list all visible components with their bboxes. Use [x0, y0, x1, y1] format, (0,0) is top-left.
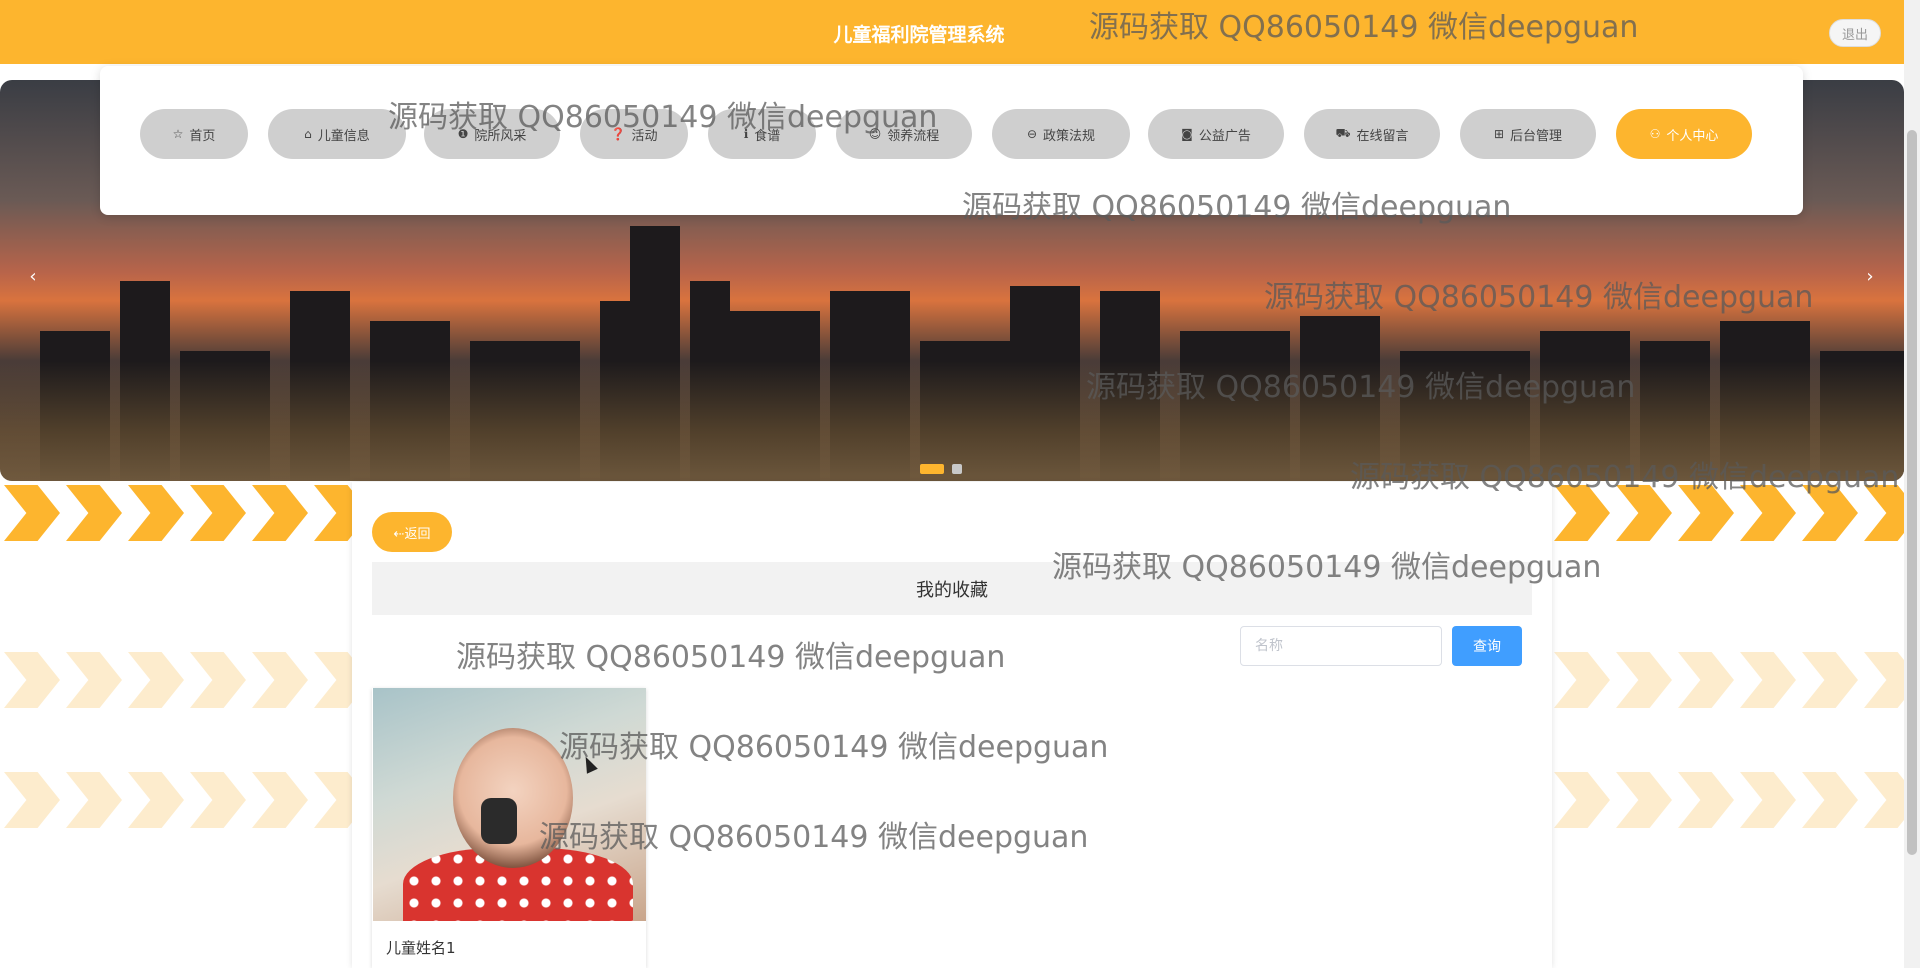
chevron-shape: [1802, 485, 1858, 541]
carousel-dot-active[interactable]: [920, 464, 944, 474]
chevron-shape: [1616, 652, 1672, 708]
chevron-shape: [190, 485, 246, 541]
favorite-card-image[interactable]: [373, 688, 646, 921]
nav-item-0[interactable]: ☆ 首页: [140, 109, 248, 159]
chevron-shape: [1740, 772, 1796, 828]
nav-item-9[interactable]: ⊞ 后台管理: [1460, 109, 1596, 159]
nav-item-label: 领养流程: [887, 128, 940, 144]
nav-item-2[interactable]: ❶ 院所风采: [424, 109, 560, 159]
chevron-shape: [1864, 772, 1904, 828]
carousel-dot[interactable]: [952, 464, 962, 474]
section-title: 我的收藏: [372, 562, 1532, 615]
nav-item-7[interactable]: ◙ 公益广告: [1148, 109, 1284, 159]
camera-icon: ◙: [1181, 127, 1193, 141]
nav-item-label: 政策法规: [1043, 128, 1096, 144]
nav-item-label: 个人中心: [1666, 128, 1719, 144]
chevron-shape: [1678, 485, 1734, 541]
nav-item-label: 公益广告: [1198, 128, 1251, 144]
chevron-shape: [1554, 772, 1610, 828]
chevron-shape: [128, 772, 184, 828]
search-input[interactable]: [1240, 626, 1442, 666]
carousel-prev-icon[interactable]: ‹: [21, 265, 45, 289]
chevron-shape: [1864, 485, 1904, 541]
star-icon: ☆: [172, 127, 184, 141]
logout-button[interactable]: 退出: [1829, 19, 1881, 47]
nav-item-10[interactable]: ⚇ 个人中心: [1616, 109, 1752, 159]
chevron-shape: [4, 652, 60, 708]
nav-item-1[interactable]: ⌂ 儿童信息: [268, 109, 406, 159]
chevron-shape: [1802, 652, 1858, 708]
chevron-shape: [252, 485, 308, 541]
search-button[interactable]: 查询: [1452, 626, 1522, 666]
nav-item-4[interactable]: ℹ 食谱: [708, 109, 816, 159]
info-icon: ❶: [457, 127, 469, 141]
chevron-shape: [4, 485, 60, 541]
nav-item-label: 食谱: [754, 128, 781, 144]
chevron-shape: [128, 485, 184, 541]
nav-item-6[interactable]: ⊖ 政策法规: [992, 109, 1130, 159]
nav-item-5[interactable]: ☺ 领养流程: [836, 109, 972, 159]
chevron-shape: [1740, 652, 1796, 708]
favorite-card-name[interactable]: 儿童姓名1: [386, 937, 456, 958]
site-title: 儿童福利院管理系统: [833, 24, 1005, 46]
carousel-next-icon[interactable]: ›: [1858, 265, 1882, 289]
chevron-shape: [4, 772, 60, 828]
nav-item-3[interactable]: ❓ 活动: [580, 109, 688, 159]
chevron-shape: [1616, 772, 1672, 828]
chevron-shape: [1802, 772, 1858, 828]
nav-item-label: 后台管理: [1510, 128, 1563, 144]
nav-item-label: 院所风采: [474, 128, 527, 144]
bank-icon: ⊞: [1493, 127, 1505, 141]
smile-icon: ☺: [868, 127, 882, 141]
bag-icon: ⌂: [304, 127, 312, 141]
chevron-shape: [1678, 772, 1734, 828]
chevron-shape: [252, 772, 308, 828]
chevron-shape: [190, 772, 246, 828]
chevron-shape: [1864, 652, 1904, 708]
chevron-shape: [66, 772, 122, 828]
car-icon: ⛟: [1335, 126, 1351, 140]
chevron-shape: [128, 652, 184, 708]
user-icon: ⚇: [1649, 127, 1661, 141]
nav-item-label: 儿童信息: [317, 128, 370, 144]
chevron-shape: [1554, 652, 1610, 708]
scrollbar-thumb[interactable]: [1907, 130, 1917, 855]
back-button[interactable]: ⇠返回: [372, 512, 452, 552]
chevron-shape: [1740, 485, 1796, 541]
nav-item-label: 在线留言: [1356, 128, 1409, 144]
chevron-shape: [190, 652, 246, 708]
question-icon: ❓: [610, 127, 626, 141]
chevron-shape: [1554, 485, 1610, 541]
info-circle-icon: ℹ: [743, 127, 749, 141]
minus-circle-icon: ⊖: [1026, 127, 1038, 141]
chevron-shape: [1678, 652, 1734, 708]
chevron-shape: [66, 652, 122, 708]
nav-item-label: 活动: [631, 128, 658, 144]
nav-item-8[interactable]: ⛟ 在线留言: [1304, 109, 1440, 159]
chevron-shape: [66, 485, 122, 541]
nav-item-label: 首页: [189, 128, 216, 144]
chevron-shape: [1616, 485, 1672, 541]
chevron-shape: [252, 652, 308, 708]
